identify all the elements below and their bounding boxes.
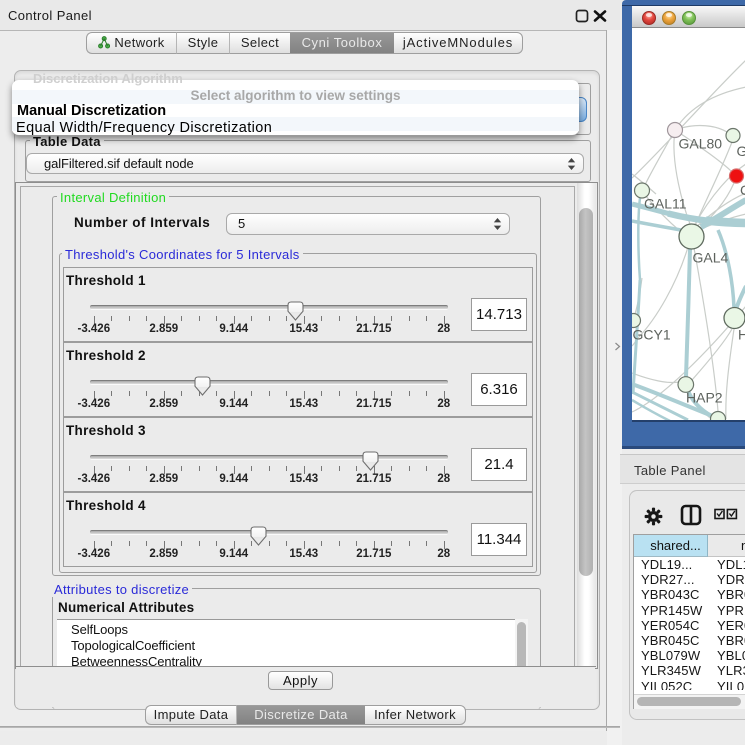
svg-text:GCY1: GCY1 xyxy=(633,326,671,342)
svg-text:GAL11: GAL11 xyxy=(644,196,687,212)
svg-text:GAL80: GAL80 xyxy=(679,136,723,152)
svg-text:G.: G. xyxy=(737,143,745,159)
svg-text:H: H xyxy=(738,326,745,342)
svg-text:HAP2: HAP2 xyxy=(686,389,723,405)
svg-text:C: C xyxy=(740,182,745,198)
svg-text:GAL4: GAL4 xyxy=(693,250,729,266)
